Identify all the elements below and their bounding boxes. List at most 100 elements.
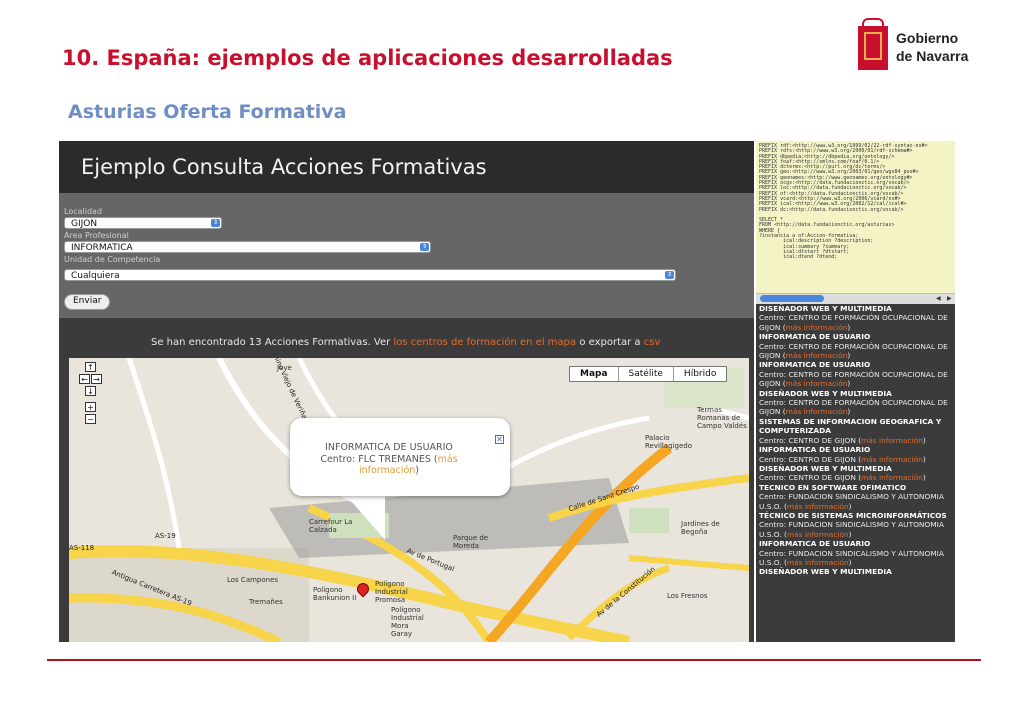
map-type-switcher: Mapa Satélite Híbrido — [569, 366, 728, 382]
popup-tail — [345, 494, 385, 540]
more-info-link[interactable]: más información — [861, 436, 923, 445]
unidad-label: Unidad de Competencia — [64, 255, 161, 264]
view-map-link[interactable]: los centros de formación en el mapa — [393, 337, 576, 348]
horizontal-scrollbar[interactable]: ◀ ▶ — [756, 293, 955, 304]
map-label: Polígono Industrial Mora Garay — [391, 606, 424, 638]
centre-close: ) — [922, 435, 926, 445]
more-info-link[interactable]: más información — [786, 379, 848, 388]
logo-line1: Gobierno — [896, 30, 959, 46]
select-arrows-icon: ⇕ — [420, 243, 429, 251]
pan-left-button[interactable]: ← — [79, 374, 90, 384]
shield-icon — [858, 26, 888, 70]
street-label: AS-19 — [155, 532, 176, 540]
course-title[interactable]: INFORMATICA DE USUARIO — [759, 539, 952, 548]
course-title[interactable]: DISEÑADOR WEB Y MULTIMEDIA — [759, 304, 952, 313]
slide-subtitle: Asturias Oferta Formativa — [68, 101, 347, 123]
map-label: Tremañes — [249, 598, 283, 606]
localidad-label: Localidad — [64, 207, 103, 216]
popup-centre-suffix: ) — [415, 465, 420, 476]
course-centre: Centro: CENTRO DE GIJON (más información… — [759, 436, 952, 445]
centre-close: ) — [848, 501, 852, 511]
list-item: INFORMATICA DE USUARIO Centro: FUNDACION … — [756, 539, 955, 567]
course-centre: Centro: FUNDACION SINDICALISMO Y AUTONOM… — [759, 492, 952, 511]
course-title[interactable]: TECNICO EN SOFTWARE OFIMATICO — [759, 483, 952, 492]
localidad-select[interactable]: GIJON ⇕ — [64, 217, 222, 229]
course-title[interactable]: INFORMATICA DE USUARIO — [759, 332, 952, 341]
map-label: Los Campones — [227, 576, 279, 584]
list-item: DISEÑADOR WEB Y MULTIMEDIA Centro: CENTRO… — [756, 304, 955, 332]
app-title: Ejemplo Consulta Acciones Formativas — [81, 155, 487, 179]
centre-close: ) — [847, 322, 851, 332]
pan-right-button[interactable]: → — [91, 374, 102, 384]
scrollbar-thumb[interactable] — [760, 295, 824, 302]
list-item: TÉCNICO DE SISTEMAS MICROINFORMÁTICOS Cen… — [756, 511, 955, 539]
export-csv-link[interactable]: csv — [644, 337, 661, 348]
gobierno-navarra-logo: Gobierno de Navarra — [858, 18, 983, 74]
search-form: Localidad GIJON ⇕ Área Profesional INFOR… — [59, 193, 754, 318]
course-title[interactable]: TÉCNICO DE SISTEMAS MICROINFORMÁTICOS — [759, 511, 952, 520]
centre-close: ) — [847, 407, 851, 417]
select-arrows-icon: ⇕ — [665, 271, 674, 279]
map-label: Los Fresnos — [667, 592, 708, 600]
more-info-link[interactable]: más información — [787, 530, 849, 539]
scroll-left-icon[interactable]: ◀ — [936, 294, 941, 304]
pan-down-button[interactable]: ↓ — [85, 386, 96, 396]
unidad-select[interactable]: Cualquiera ⇕ — [64, 269, 676, 281]
results-prefix: Se han encontrado 13 Acciones Formativas… — [151, 337, 394, 348]
centre-close: ) — [848, 529, 852, 539]
send-button[interactable]: Enviar — [64, 294, 111, 310]
logo-line2: de Navarra — [896, 48, 969, 64]
list-item: DISEÑADOR WEB Y MULTIMEDIA Centro: CENTRO… — [756, 389, 955, 417]
map-type-hibrido[interactable]: Híbrido — [672, 367, 726, 381]
course-centre: Centro: FUNDACION SINDICALISMO Y AUTONOM… — [759, 520, 952, 539]
course-title[interactable]: INFORMATICA DE USUARIO — [759, 360, 952, 369]
course-centre: Centro: CENTRO DE FORMACIÓN OCUPACIONAL … — [759, 342, 952, 361]
map-type-mapa[interactable]: Mapa — [570, 367, 618, 381]
more-info-link[interactable]: más información — [787, 558, 849, 567]
more-info-link[interactable]: más información — [861, 455, 923, 464]
zoom-in-button[interactable]: + — [85, 402, 96, 412]
scroll-right-icon[interactable]: ▶ — [947, 294, 952, 304]
centre-text: Centro: CENTRO DE GIJON ( — [759, 454, 862, 464]
course-title[interactable]: DISEÑADOR WEB Y MULTIMEDIA — [759, 567, 952, 576]
more-info-link[interactable]: más información — [786, 323, 848, 332]
pan-up-button[interactable]: ↑ — [85, 362, 96, 372]
more-info-link[interactable]: más información — [861, 473, 923, 482]
map-info-popup: INFORMATICA DE USUARIO Centro: FLC TREMA… — [290, 418, 510, 496]
select-arrows-icon: ⇕ — [211, 219, 220, 227]
list-item: DISEÑADOR WEB Y MULTIMEDIA — [756, 567, 955, 576]
map-view[interactable]: ↑ ← → ↓ + − Mapa Satélite Híbrido Jove C… — [69, 358, 749, 642]
map-label: Polígono Industrial Promosa — [375, 580, 408, 604]
query-line: PREFIX dc:<http://data.fundacionctic.org… — [759, 206, 904, 213]
query-line: ical:dtend ?dtend; — [759, 254, 838, 261]
map-label: Jardines de Begoña — [681, 520, 720, 536]
centre-close: ) — [848, 557, 852, 567]
results-middle: o exportar a — [576, 337, 644, 348]
course-centre: Centro: CENTRO DE GIJON (más información… — [759, 455, 952, 464]
map-label: Palacio Revillagigedo — [645, 434, 692, 450]
list-item: SISTEMAS DE INFORMACION GEOGRAFICA Y COM… — [756, 417, 955, 445]
course-title[interactable]: SISTEMAS DE INFORMACION GEOGRAFICA Y COM… — [759, 417, 952, 436]
course-title[interactable]: INFORMATICA DE USUARIO — [759, 445, 952, 454]
course-centre: Centro: CENTRO DE FORMACIÓN OCUPACIONAL … — [759, 370, 952, 389]
sparql-query-text: PREFIX rdf:<http://www.w3.org/1999/02/22… — [756, 141, 955, 264]
more-info-link[interactable]: más información — [786, 351, 848, 360]
more-info-link[interactable]: más información — [786, 407, 848, 416]
centre-close: ) — [922, 454, 926, 464]
course-centre: Centro: CENTRO DE GIJON (más información… — [759, 473, 952, 482]
area-value: INFORMATICA — [71, 243, 133, 253]
close-icon[interactable]: ✕ — [495, 435, 504, 444]
area-select[interactable]: INFORMATICA ⇕ — [64, 241, 431, 253]
map-label: Termas Romanas de Campo Valdés — [697, 406, 747, 430]
area-label: Área Profesional — [64, 231, 129, 240]
list-item: INFORMATICA DE USUARIO Centro: CENTRO DE … — [756, 332, 955, 360]
map-type-satelite[interactable]: Satélite — [617, 367, 673, 381]
course-title[interactable]: DISEÑADOR WEB Y MULTIMEDIA — [759, 389, 952, 398]
bottom-rule — [47, 659, 981, 661]
more-info-link[interactable]: más información — [787, 502, 849, 511]
map-label: Parque de Moreda — [453, 534, 489, 550]
zoom-out-button[interactable]: − — [85, 414, 96, 424]
street-label: AS-118 — [69, 544, 95, 552]
unidad-value: Cualquiera — [71, 271, 120, 281]
course-title[interactable]: DISEÑADOR WEB Y MULTIMEDIA — [759, 464, 952, 473]
